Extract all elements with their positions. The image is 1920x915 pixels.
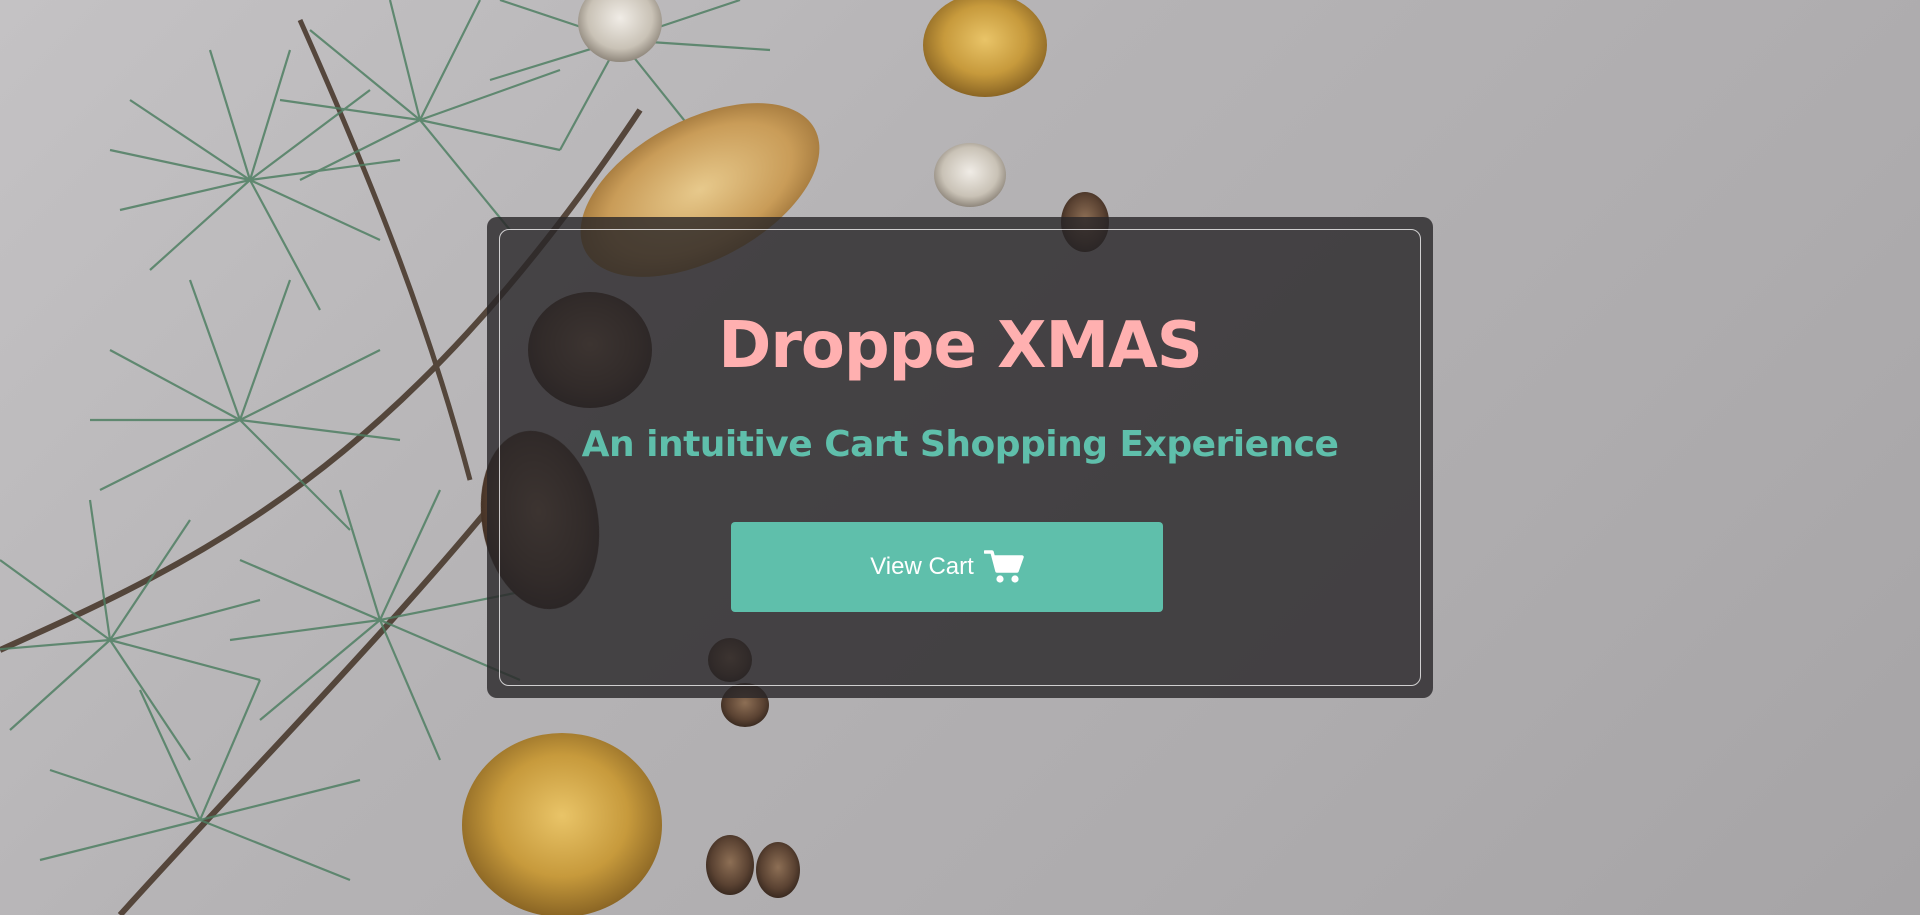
hero-title: Droppe XMAS xyxy=(718,309,1203,383)
view-cart-label: View Cart xyxy=(870,553,974,580)
view-cart-button[interactable]: View Cart xyxy=(731,522,1163,612)
shopping-cart-icon xyxy=(983,549,1024,585)
hero-subtitle: An intuitive Cart Shopping Experience xyxy=(581,424,1339,465)
hero-card: Droppe XMAS An intuitive Cart Shopping E… xyxy=(487,217,1433,698)
